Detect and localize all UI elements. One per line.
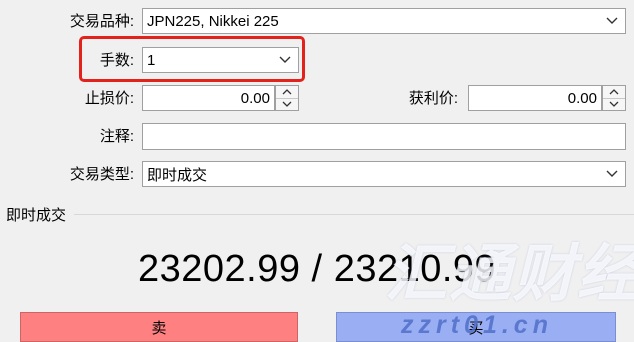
stop-loss-label: 止损价: [84,90,134,107]
bid-price: 23202.99 [138,248,301,290]
ask-price: 23210.99 [333,248,497,290]
symbol-label: 交易品种: [69,13,134,30]
chevron-down-icon [599,162,625,186]
section-divider [74,214,634,215]
symbol-value: JPN225, Nikkei 225 [147,12,279,30]
sell-button-label: 卖 [151,319,167,337]
take-profit-stepper[interactable] [602,85,626,111]
take-profit-input[interactable]: 0.00 [468,85,602,111]
spin-up-icon[interactable] [276,86,298,98]
buy-button-label: 买 [468,319,484,337]
chevron-down-icon [599,9,625,33]
take-profit-value: 0.00 [567,89,597,107]
stop-loss-input[interactable]: 0.00 [142,85,275,111]
order-type-value: 即时成交 [147,166,208,184]
section-title: 即时成交 [6,207,67,224]
volume-highlight-box [79,36,305,82]
take-profit-label: 获利价: [408,90,458,107]
comment-label: 注释: [99,128,134,145]
buy-button[interactable]: 买 [336,312,616,342]
price-separator: / [300,248,334,290]
spin-up-icon[interactable] [603,86,625,98]
order-type-select[interactable]: 即时成交 [142,161,626,187]
spin-down-icon[interactable] [276,97,298,111]
sell-button[interactable]: 卖 [20,312,298,342]
stop-loss-stepper[interactable] [275,85,299,111]
comment-input[interactable] [142,123,626,150]
stop-loss-value: 0.00 [240,89,270,107]
spin-down-icon[interactable] [603,97,625,111]
symbol-select[interactable]: JPN225, Nikkei 225 [142,8,626,34]
order-type-label: 交易类型: [69,166,134,183]
